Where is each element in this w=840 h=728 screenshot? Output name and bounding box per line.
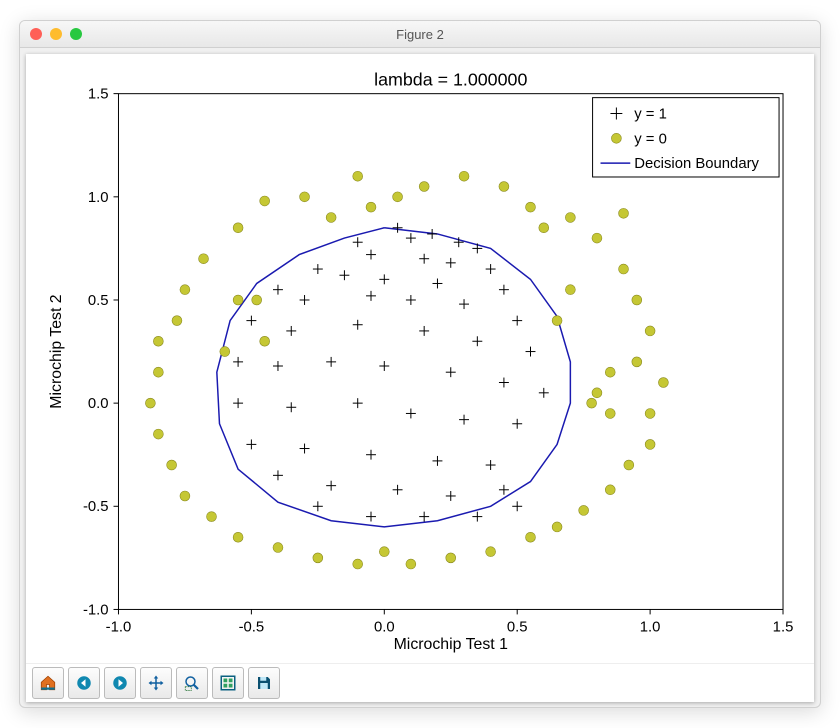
minimize-icon[interactable] (50, 28, 62, 40)
figure-content: lambda = 1.000000 -1.0 -0.5 0.0 0.5 1.0 1.5 -… (26, 54, 814, 702)
svg-text:0.0: 0.0 (374, 619, 395, 635)
grid-icon (219, 674, 237, 692)
svg-text:0.0: 0.0 (88, 396, 109, 412)
svg-text:1.5: 1.5 (773, 619, 794, 635)
svg-text:-0.5: -0.5 (83, 499, 109, 515)
svg-text:1.0: 1.0 (640, 619, 661, 635)
svg-text:-0.5: -0.5 (239, 619, 265, 635)
legend-label-y1: y = 1 (634, 106, 667, 122)
figure-window: Figure 2 lambda = 1.000000 -1.0 -0.5 0.0 0.… (19, 20, 821, 708)
plot-area: lambda = 1.000000 -1.0 -0.5 0.0 0.5 1.0 1.5 -… (26, 54, 814, 663)
arrow-right-icon (111, 674, 129, 692)
forward-button[interactable] (104, 667, 136, 699)
home-icon (39, 674, 57, 692)
maximize-icon[interactable] (70, 28, 82, 40)
zoom-icon (183, 674, 201, 692)
x-axis-label: Microchip Test 1 (394, 636, 508, 653)
subplots-button[interactable] (212, 667, 244, 699)
svg-text:0.5: 0.5 (507, 619, 528, 635)
home-button[interactable] (32, 667, 64, 699)
close-icon[interactable] (30, 28, 42, 40)
pan-button[interactable] (140, 667, 172, 699)
svg-text:-1.0: -1.0 (106, 619, 132, 635)
zoom-button[interactable] (176, 667, 208, 699)
svg-text:0.5: 0.5 (88, 293, 109, 309)
legend: y = 1 y = 0 Decision Boundary (593, 98, 779, 177)
window-controls (30, 28, 82, 40)
plot-svg: lambda = 1.000000 -1.0 -0.5 0.0 0.5 1.0 1.5 -… (26, 54, 814, 663)
save-button[interactable] (248, 667, 280, 699)
y-axis-label: Microchip Test 2 (48, 294, 65, 408)
save-icon (255, 674, 273, 692)
svg-text:1.0: 1.0 (88, 190, 109, 206)
window-title: Figure 2 (20, 27, 820, 42)
chart-title: lambda = 1.000000 (374, 70, 527, 90)
matplotlib-toolbar (26, 663, 814, 702)
legend-label-boundary: Decision Boundary (634, 156, 759, 172)
move-icon (147, 674, 165, 692)
back-button[interactable] (68, 667, 100, 699)
svg-text:1.5: 1.5 (88, 87, 109, 103)
y-ticks: -1.0 -0.5 0.0 0.5 1.0 1.5 (83, 87, 119, 619)
titlebar[interactable]: Figure 2 (20, 21, 820, 48)
arrow-left-icon (75, 674, 93, 692)
legend-label-y0: y = 0 (634, 131, 667, 147)
x-ticks: -1.0 -0.5 0.0 0.5 1.0 1.5 (106, 609, 794, 635)
svg-text:-1.0: -1.0 (83, 602, 109, 618)
